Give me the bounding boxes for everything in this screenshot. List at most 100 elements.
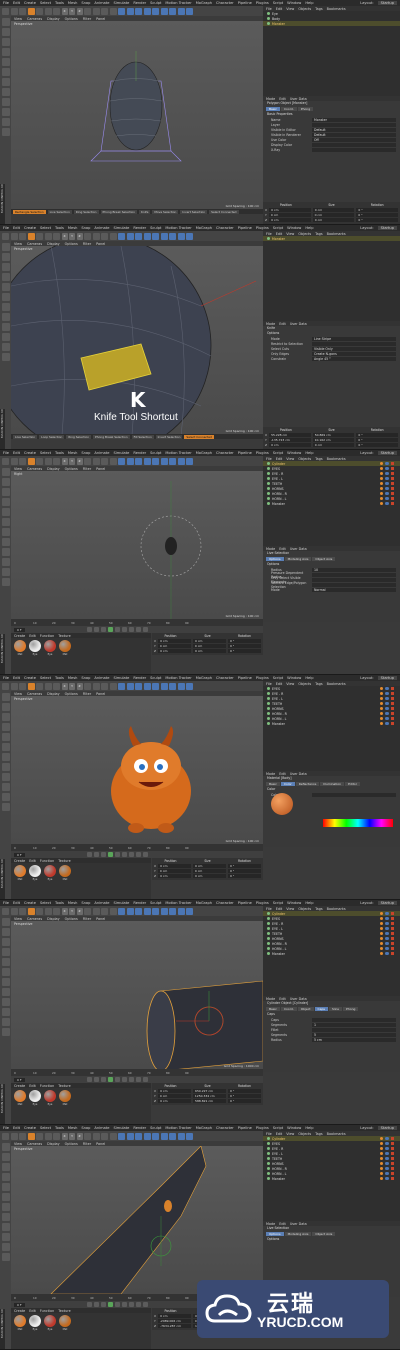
attribute-field-value[interactable]: Line Stripe bbox=[312, 336, 396, 341]
autokey-icon[interactable] bbox=[142, 1302, 148, 1307]
menu-item-sculpt[interactable]: Sculpt bbox=[150, 901, 161, 905]
render-view-icon[interactable] bbox=[92, 682, 100, 690]
color-spectrum-picker[interactable] bbox=[323, 819, 393, 827]
menu-item-mesh[interactable]: Mesh bbox=[68, 451, 77, 455]
selection-tool-button[interactable]: Move Selection bbox=[152, 209, 179, 214]
attr-tab[interactable]: Slice bbox=[328, 1007, 343, 1011]
coordinate-value[interactable]: 0 cm bbox=[269, 217, 311, 222]
attribute-field-value[interactable] bbox=[312, 792, 396, 797]
texture-mode-icon[interactable] bbox=[1, 1163, 10, 1171]
planar-workplane-icon[interactable] bbox=[1, 1253, 10, 1261]
menu-item-window[interactable]: Window bbox=[287, 676, 301, 680]
menu-item-plugins[interactable]: Plugins bbox=[256, 451, 269, 455]
axis-x-toggle[interactable]: X bbox=[61, 1132, 68, 1140]
points-mode-icon[interactable] bbox=[1, 1183, 10, 1191]
viewport-3d[interactable]: Perspective Grid Spacing : 100 cm bbox=[11, 696, 263, 844]
deformer-icon[interactable] bbox=[160, 457, 168, 465]
array-icon[interactable] bbox=[143, 1132, 151, 1140]
viewport-menu-options[interactable]: Options bbox=[65, 917, 78, 921]
redo-icon[interactable] bbox=[10, 907, 18, 915]
object-menu-tags[interactable]: Tags bbox=[315, 682, 323, 686]
coordinate-value[interactable]: -135.723 cm bbox=[268, 437, 311, 442]
coordinate-value[interactable]: 0 cm bbox=[193, 873, 227, 878]
attr-menu-user-data[interactable]: User Data bbox=[290, 547, 307, 551]
object-menu-view[interactable]: View bbox=[286, 1132, 294, 1136]
snap-icon[interactable] bbox=[1, 333, 10, 341]
attr-menu-mode[interactable]: Mode bbox=[266, 97, 275, 101]
selection-tool-button[interactable]: Knife bbox=[139, 209, 151, 214]
coordinate-value[interactable]: -7634.287 cm bbox=[158, 1323, 192, 1328]
menu-item-simulate[interactable]: Simulate bbox=[113, 451, 129, 455]
planar-workplane-icon[interactable] bbox=[1, 578, 10, 586]
menu-item-file[interactable]: File bbox=[3, 451, 9, 455]
viewport-menu-view[interactable]: View bbox=[14, 917, 22, 921]
object-menu-bookmarks[interactable]: Bookmarks bbox=[327, 457, 346, 461]
menu-item-mograph[interactable]: MoGraph bbox=[196, 901, 212, 905]
coordinate-value[interactable]: 0 ° bbox=[228, 863, 262, 868]
menu-item-help[interactable]: Help bbox=[305, 676, 313, 680]
axis-y-toggle[interactable]: Y bbox=[69, 907, 75, 915]
menu-item-motion-tracker[interactable]: Motion Tracker bbox=[165, 226, 191, 230]
object-menu-objects[interactable]: Objects bbox=[298, 1132, 311, 1136]
recent-tool-icon[interactable] bbox=[53, 232, 60, 240]
menu-item-create[interactable]: Create bbox=[24, 1, 36, 5]
menu-item-mesh[interactable]: Mesh bbox=[68, 226, 77, 230]
attr-tab[interactable]: Coord. bbox=[280, 107, 297, 111]
viewport-menu-filter[interactable]: Filter bbox=[83, 17, 91, 21]
render-picture-viewer-icon[interactable] bbox=[101, 907, 108, 915]
coordinate-value[interactable]: 0 ° bbox=[227, 643, 261, 648]
selection-tool-button[interactable]: Select Connected bbox=[184, 434, 214, 439]
viewport-menu-view[interactable]: View bbox=[14, 467, 22, 471]
object-menu-bookmarks[interactable]: Bookmarks bbox=[327, 7, 346, 11]
coordinate-value[interactable]: 0 ° bbox=[228, 648, 262, 653]
coordinate-value[interactable]: 0 ° bbox=[228, 1088, 262, 1093]
record-icon[interactable] bbox=[135, 852, 141, 857]
coordinate-value[interactable]: 0 cm bbox=[157, 1093, 191, 1098]
menu-item-pipeline[interactable]: Pipeline bbox=[238, 1, 252, 5]
undo-icon[interactable] bbox=[2, 457, 9, 465]
attribute-field-value[interactable]: Angle 45 ° bbox=[312, 356, 396, 361]
recent-tool-icon[interactable] bbox=[53, 7, 60, 15]
cube-icon[interactable] bbox=[118, 907, 125, 915]
edges-mode-icon[interactable] bbox=[1, 1193, 10, 1201]
planar-workplane-icon[interactable] bbox=[1, 1028, 10, 1036]
object-menu-objects[interactable]: Objects bbox=[298, 907, 311, 911]
object-menu-edit[interactable]: Edit bbox=[276, 907, 283, 911]
material-thumbnail[interactable]: Mat bbox=[59, 640, 71, 656]
undo-icon[interactable] bbox=[2, 1132, 9, 1140]
redo-icon[interactable] bbox=[10, 1132, 18, 1140]
model-mode-icon[interactable] bbox=[1, 703, 10, 711]
attribute-field-value[interactable] bbox=[312, 582, 396, 587]
floor-icon[interactable] bbox=[169, 682, 176, 690]
menu-item-character[interactable]: Character bbox=[216, 676, 234, 680]
attribute-field-value[interactable]: 5 cm bbox=[312, 1037, 396, 1042]
layout-dropdown[interactable]: Startup bbox=[377, 451, 397, 455]
snap-icon[interactable] bbox=[1, 783, 10, 791]
floor-icon[interactable] bbox=[169, 7, 176, 15]
workplane-icon[interactable] bbox=[1, 498, 10, 506]
menu-item-select[interactable]: Select bbox=[40, 226, 51, 230]
redo-icon[interactable] bbox=[10, 682, 18, 690]
menu-item-pipeline[interactable]: Pipeline bbox=[238, 1126, 252, 1130]
deformer-icon[interactable] bbox=[160, 682, 168, 690]
rotate-icon[interactable] bbox=[44, 232, 52, 240]
menu-item-animate[interactable]: Animate bbox=[94, 451, 109, 455]
rotate-icon[interactable] bbox=[44, 682, 52, 690]
rotate-icon[interactable] bbox=[44, 7, 52, 15]
menu-item-plugins[interactable]: Plugins bbox=[256, 901, 269, 905]
menu-item-tools[interactable]: Tools bbox=[55, 901, 64, 905]
coordinate-value[interactable]: 0 cm bbox=[158, 1098, 192, 1103]
attribute-field-value[interactable]: Default bbox=[312, 132, 396, 137]
menu-item-mesh[interactable]: Mesh bbox=[68, 901, 77, 905]
animation-timeline[interactable]: 0 10 20 30 40 50 60 70 80 90 bbox=[11, 844, 263, 851]
menu-item-script[interactable]: Script bbox=[273, 676, 283, 680]
make-editable-icon[interactable] bbox=[1, 243, 10, 251]
menu-item-sculpt[interactable]: Sculpt bbox=[150, 226, 161, 230]
camera-icon[interactable] bbox=[177, 7, 185, 15]
object-menu-view[interactable]: View bbox=[286, 457, 294, 461]
lock-workplane-icon[interactable] bbox=[1, 118, 10, 126]
render-settings-icon[interactable] bbox=[109, 457, 117, 465]
menu-item-simulate[interactable]: Simulate bbox=[113, 1126, 129, 1130]
menu-item-sculpt[interactable]: Sculpt bbox=[150, 451, 161, 455]
prev-frame-icon[interactable] bbox=[100, 1077, 106, 1082]
